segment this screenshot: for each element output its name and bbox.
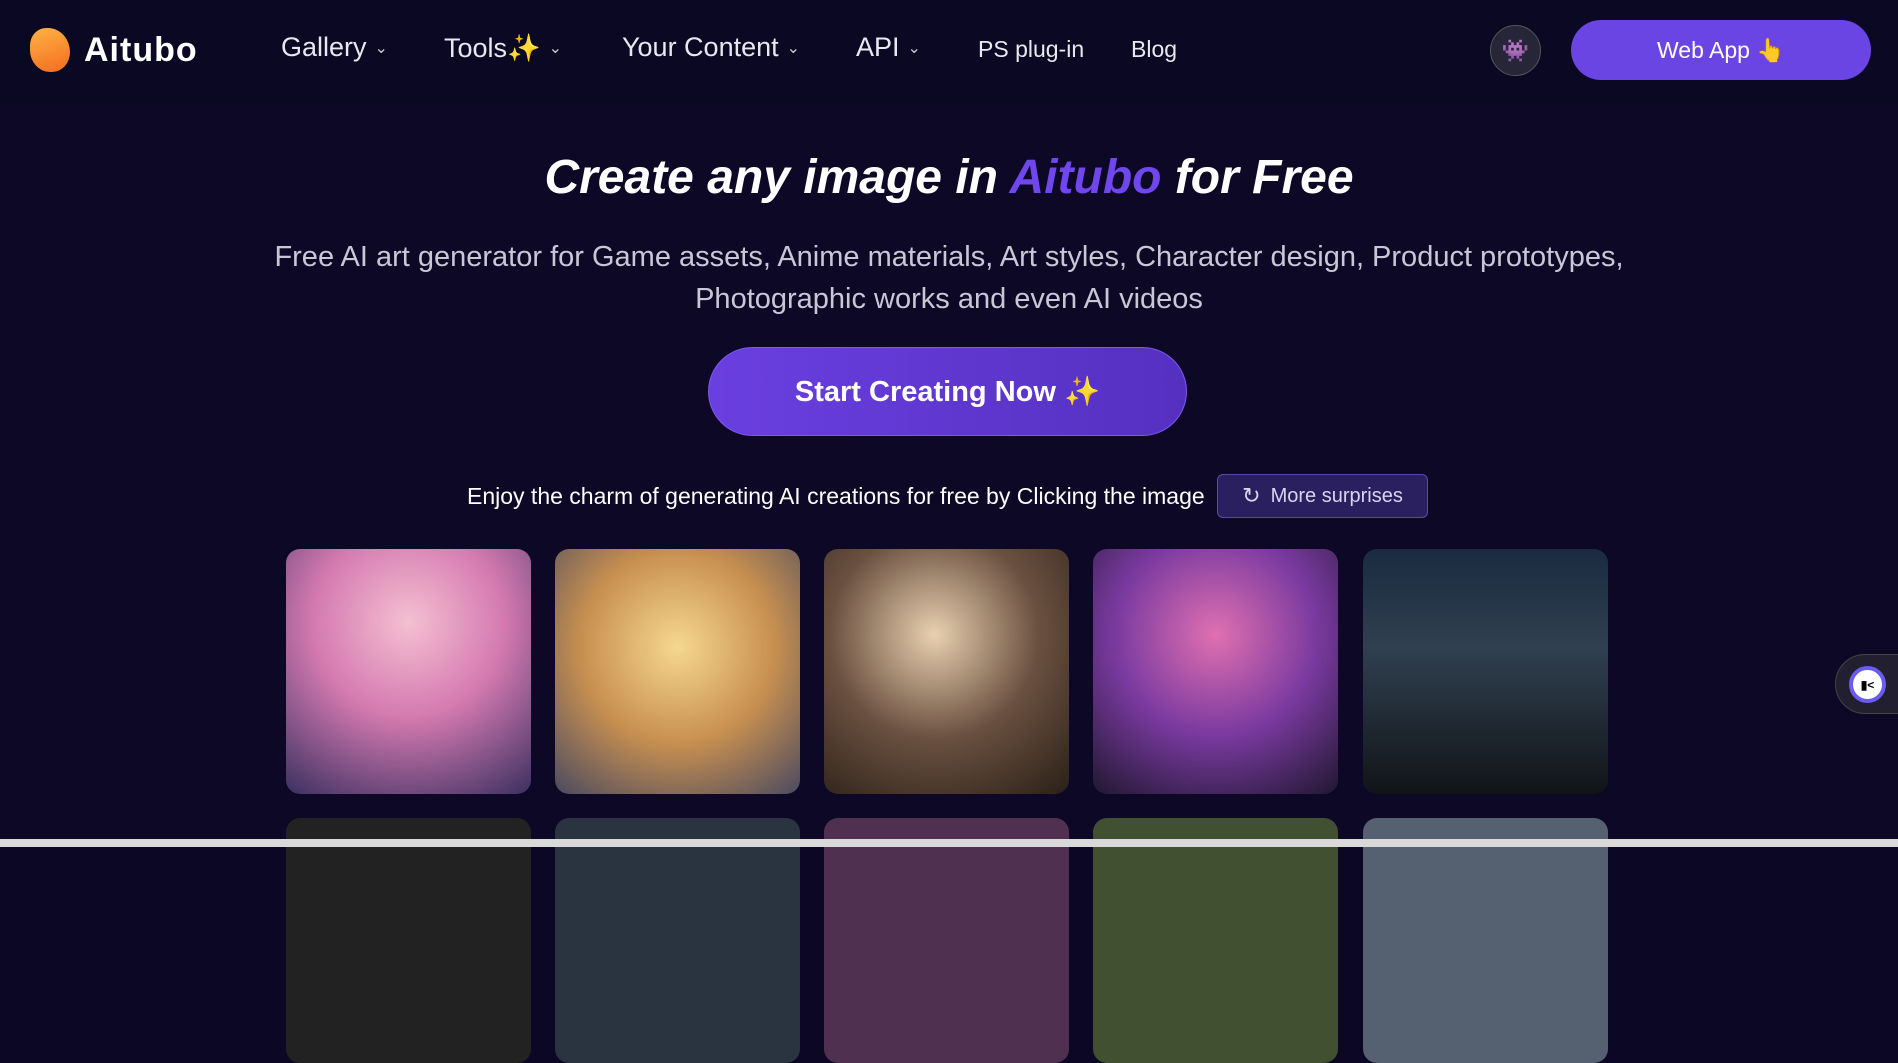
gallery-image-gothic-blonde[interactable] [824, 549, 1069, 794]
subtitle: Free AI art generator for Game assets, A… [274, 241, 1624, 315]
chat-widget[interactable]: ▮< [1835, 654, 1898, 714]
nav-tools[interactable]: Tools✨ ⌄ [444, 32, 562, 64]
gallery-image-pink-hair-man[interactable] [1093, 549, 1338, 794]
chat-bot-icon: ▮< [1849, 666, 1886, 703]
nav-blog[interactable]: Blog [1131, 36, 1177, 63]
gallery-image-row2[interactable] [1093, 818, 1338, 1063]
gallery-image-cyberpunk-car[interactable] [1363, 549, 1608, 794]
top-nav: Aitubo Gallery ⌄ Tools✨ ⌄ Your Content ⌄ AP… [0, 0, 1898, 103]
nav-label: PS plug-in [978, 36, 1085, 62]
chevron-down-icon: ⌄ [548, 40, 563, 57]
gallery-image-row2[interactable] [824, 818, 1069, 1063]
web-app-button[interactable]: Web App 👆 [1571, 20, 1871, 80]
nav-label: API [856, 32, 900, 62]
nav-gallery[interactable]: Gallery ⌄ [281, 32, 388, 63]
gallery-image-row2[interactable] [1363, 818, 1608, 1063]
chevron-down-icon: ⌄ [374, 39, 388, 57]
more-surprises-button[interactable]: ↻ More surprises [1217, 474, 1428, 518]
gallery-image-row2[interactable] [286, 818, 531, 1063]
chevron-down-icon: ⌄ [786, 39, 801, 57]
logo-icon [30, 28, 70, 72]
gallery-image-anime-girl-flowers[interactable] [286, 549, 531, 794]
start-creating-button[interactable]: Start Creating Now ✨ [708, 347, 1187, 436]
discord-icon[interactable]: 👾 [1490, 25, 1541, 76]
nav-label: Your Content [622, 32, 779, 62]
nav-label: Tools✨ [444, 33, 541, 63]
nav-api[interactable]: API ⌄ [856, 32, 921, 63]
page-title: Create any image in Aitubo for Free [544, 151, 1354, 204]
gallery-image-blonde-cartoon[interactable] [555, 549, 800, 794]
nav-label: Gallery [281, 32, 367, 62]
nav-your-content[interactable]: Your Content ⌄ [622, 32, 800, 63]
logo[interactable]: Aitubo [30, 28, 198, 72]
horizontal-scrollbar[interactable] [0, 839, 1898, 847]
nav-ps-plugin[interactable]: PS plug-in [978, 36, 1084, 63]
nav-label: Blog [1131, 36, 1178, 62]
logo-text: Aitubo [84, 30, 198, 69]
enjoy-text: Enjoy the charm of generating AI creatio… [467, 483, 1205, 509]
refresh-icon: ↻ [1242, 483, 1261, 508]
web-app-label: Web App 👆 [1657, 36, 1785, 63]
chevron-down-icon: ⌄ [907, 39, 921, 57]
gallery-image-row2[interactable] [555, 818, 800, 1063]
